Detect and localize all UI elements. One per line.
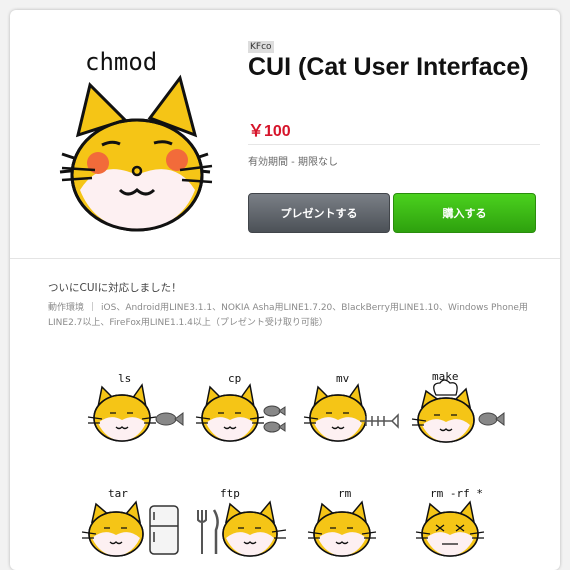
- sticker-ftp[interactable]: ftp: [188, 480, 298, 570]
- cover-cat-image: chmod: [59, 48, 213, 232]
- compatibility-text: iOS、Android用LINE3.1.1、NOKIA Asha用LINE1.7…: [48, 303, 528, 328]
- sticker-cp[interactable]: cp: [188, 365, 298, 455]
- buy-button[interactable]: 購入する: [393, 193, 536, 233]
- sticker-rm-rf[interactable]: rm -rf *: [404, 480, 514, 570]
- cover-caption: chmod: [85, 48, 157, 76]
- product-price: ￥100: [248, 123, 291, 140]
- validity-period: 有効期間 - 期限なし: [248, 157, 338, 168]
- sticker-ls[interactable]: ls: [80, 365, 190, 455]
- product-header: chmod KFco CUI (Cat User Interface) ￥100…: [10, 10, 560, 258]
- product-title: CUI (Cat User Interface): [248, 53, 529, 81]
- header-divider: [248, 144, 540, 145]
- sticker-mv[interactable]: mv: [296, 365, 406, 455]
- product-description: ついにCUIに対応しました！: [48, 282, 182, 294]
- sticker-caption: ls: [118, 372, 131, 385]
- section-divider: [10, 258, 560, 259]
- sticker-detail-card: chmod KFco CUI (Cat User Interface) ￥100…: [10, 10, 560, 570]
- sticker-tar[interactable]: tar: [80, 480, 190, 570]
- sticker-make[interactable]: make: [404, 365, 514, 455]
- label-separator: [92, 302, 94, 311]
- sticker-caption: cp: [228, 372, 241, 385]
- sticker-caption: rm: [338, 487, 352, 500]
- gift-button[interactable]: プレゼントする: [248, 193, 390, 233]
- sticker-caption: mv: [336, 372, 350, 385]
- sticker-caption: ftp: [220, 487, 240, 500]
- sticker-rm[interactable]: rm: [296, 480, 406, 570]
- sticker-preview-grid: ls cp mv make tar ftp rm rm -rf *: [60, 360, 530, 570]
- sticker-caption: rm -rf *: [430, 487, 483, 500]
- compatibility-info: 動作環境 iOS、Android用LINE3.1.1、NOKIA Asha用LIN…: [48, 301, 528, 331]
- sticker-caption: tar: [108, 487, 128, 500]
- compatibility-label: 動作環境: [48, 303, 85, 313]
